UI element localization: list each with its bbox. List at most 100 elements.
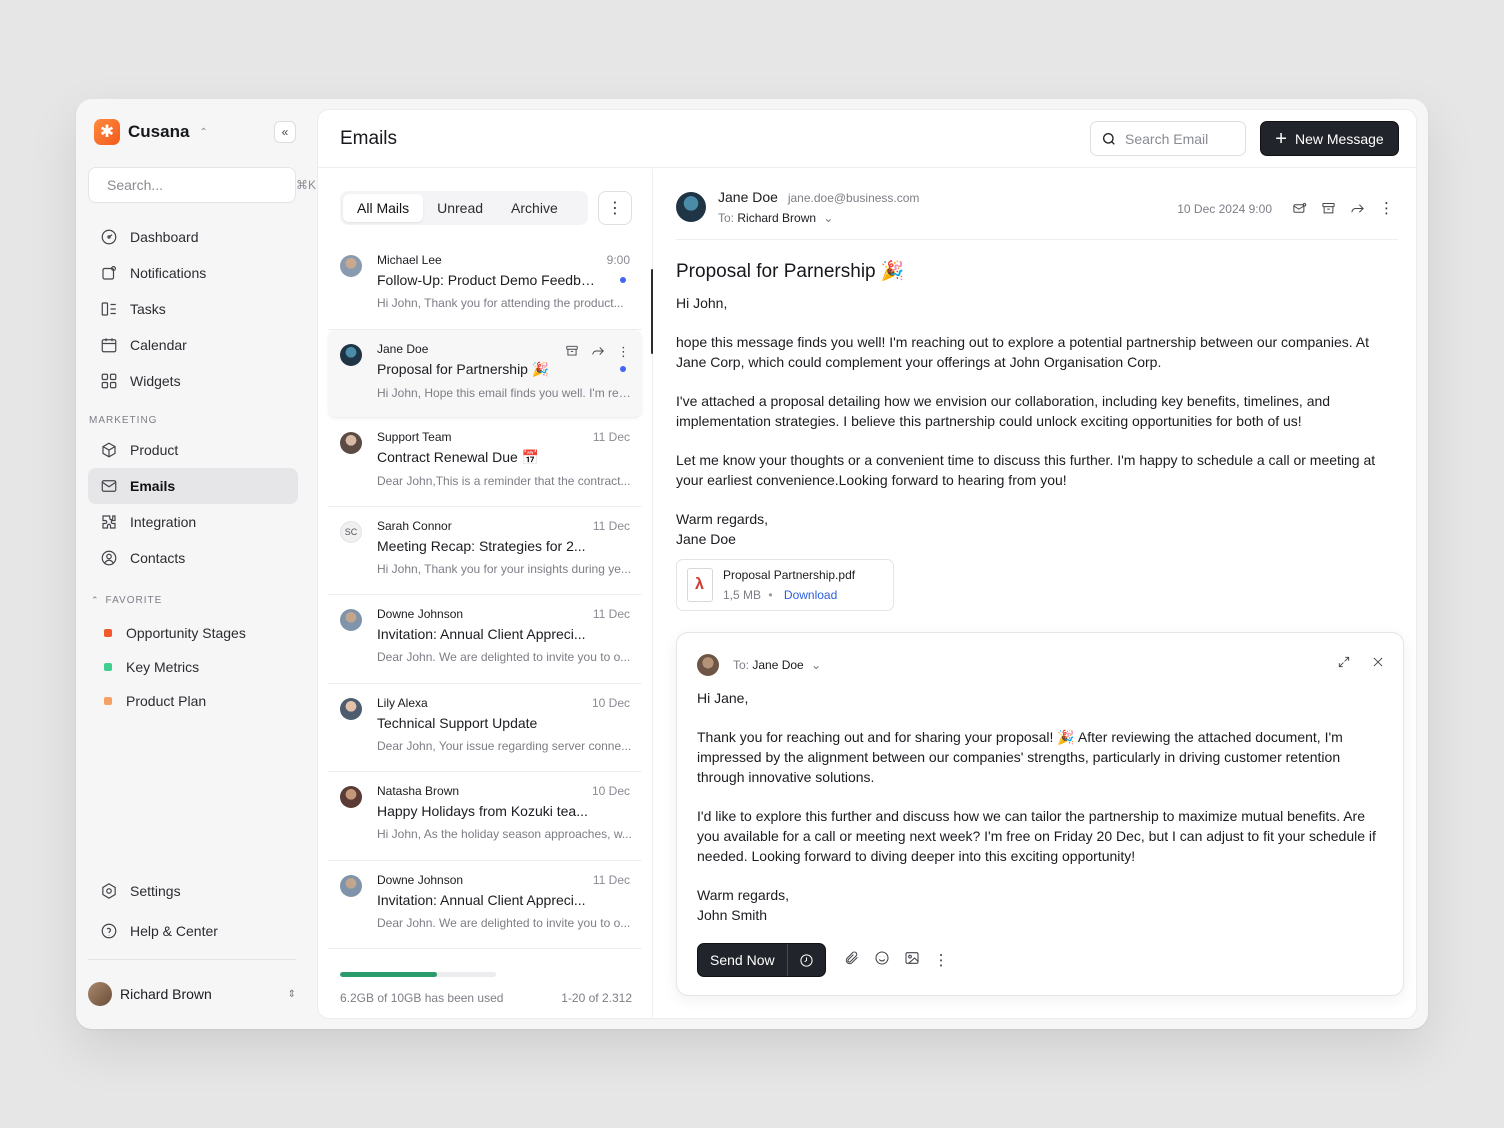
reply-composer: To: Jane Doe ⌄ Hi Jane, Thank you for re… [676,632,1404,996]
avatar [340,874,362,897]
attachment-name: Proposal Partnership.pdf [723,568,856,582]
sidebar-item-widgets[interactable]: Widgets [88,363,298,399]
expand-icon[interactable] [1337,655,1351,669]
user-menu[interactable]: Richard Brown ⇕ [88,977,296,1011]
reply-recipient-dropdown[interactable]: To: Jane Doe ⌄ [733,658,821,672]
sidebar-search[interactable]: ⌘K [88,167,316,203]
sidebar-item-integration[interactable]: Integration [88,504,298,540]
avatar [340,786,362,808]
sidebar-item-label: Emails [130,478,176,494]
forward-icon[interactable] [1350,201,1365,216]
list-item[interactable]: Michael Lee 9:00 Follow-Up: Product Demo… [328,241,642,330]
mail-preview: Dear John. We are delighted to invite yo… [377,650,631,664]
more-vertical-icon[interactable]: ⋮ [617,344,630,360]
mail-tabs: All Mails Unread Archive [340,191,588,225]
sidebar-item-notifications[interactable]: Notifications [88,255,298,291]
favorite-key-metrics[interactable]: Key Metrics [88,650,298,684]
storage-usage: 6.2GB of 10GB has been used 1-20 of 2.31… [340,972,632,1005]
favorite-section-toggle[interactable]: ⌃ FAVORITE [91,591,162,609]
chevron-up-icon: ⌃ [91,594,100,605]
mail-time: 11 Dec [592,607,630,621]
mail-subject: Meeting Recap: Strategies for 2... [377,537,586,554]
chevron-updown-icon: ⌃ [199,126,208,138]
plus-icon: + [1275,127,1287,150]
color-dot [104,697,112,705]
mark-unread-icon[interactable] [1292,201,1307,216]
sidebar-item-product[interactable]: Product [88,432,298,468]
sidebar-item-label: Settings [130,883,181,899]
mail-sender: Natasha Brown [377,784,460,798]
close-icon[interactable] [1371,655,1385,669]
sidebar-item-label: Notifications [130,265,207,281]
send-now-button[interactable]: Send Now [697,943,826,977]
recipient-dropdown[interactable]: To: Richard Brown ⌄ [718,211,833,225]
sidebar-item-tasks[interactable]: Tasks [88,291,298,327]
mail-sender: Downe Johnson [377,872,464,887]
mail-preview: Dear John. We are delighted to invite yo… [377,915,631,930]
insert-image-button[interactable] [904,950,920,971]
download-link[interactable]: Download [784,588,837,602]
mail-sender: Sarah Connor [377,518,452,533]
list-item[interactable]: Downe Johnson 11 Dec Invitation: Annual … [328,861,642,949]
sidebar-item-dashboard[interactable]: Dashboard [88,219,298,255]
avatar [340,609,362,631]
more-vertical-icon: ⋮ [607,200,623,217]
sidebar-item-settings[interactable]: Settings [88,873,298,909]
archive-icon[interactable] [1321,201,1336,216]
list-item[interactable]: Natasha Brown 10 Dec Happy Holidays from… [328,772,642,861]
sender-line: Jane Doe jane.doe@business.com [718,189,919,205]
mail-time: 9:00 [606,253,630,267]
collapse-sidebar-button[interactable]: « [274,121,296,143]
sidebar-item-emails[interactable]: Emails [88,468,298,504]
avatar [340,255,362,277]
reply-toolbar: Send Now ⋮ [697,943,949,977]
page-title: Emails [340,128,398,149]
brand-switcher[interactable]: ✱ Cusana ⌃ [94,119,208,145]
main-panel: Emails + New Message All Mails Unread Ar… [317,109,1417,1019]
list-item[interactable]: Support Team 11 Dec Contract Renewal Due… [328,418,642,507]
list-scrollbar[interactable] [651,269,653,354]
dashboard-icon [101,229,117,245]
list-item[interactable]: Jane Doe ⋮ Proposal for Partnership 🎉 Hi… [328,329,642,418]
avatar [340,432,362,454]
to-label: To: [733,658,750,672]
message-paragraph: Let me know your thoughts or a convenien… [676,452,1376,488]
tab-archive[interactable]: Archive [497,194,572,222]
puzzle-icon [102,515,116,529]
new-message-button[interactable]: + New Message [1260,121,1399,156]
more-vertical-icon[interactable]: ⋮ [1379,199,1394,217]
sidebar-item-calendar[interactable]: Calendar [88,327,298,363]
list-more-button[interactable]: ⋮ [598,191,632,225]
archive-icon[interactable] [565,344,579,358]
reply-body[interactable]: Hi Jane, Thank you for reaching out and … [697,688,1387,925]
app-window: ✱ Cusana ⌃ « ⌘K Dashboard Notifications … [76,99,1428,1029]
forward-icon[interactable] [591,344,605,358]
brand-logo-icon: ✱ [94,119,120,145]
mail-preview: Hi John, Thank you for attending the pro… [377,296,624,310]
list-item[interactable]: SC Sarah Connor 11 Dec Meeting Recap: St… [328,507,642,595]
attachment-card[interactable]: Proposal Partnership.pdf 1,5 MB • Downlo… [676,559,894,611]
attach-button[interactable] [844,950,860,971]
sidebar-search-input[interactable] [107,177,288,193]
reply-window-controls [1337,655,1385,669]
sidebar-item-label: Dashboard [130,229,199,245]
more-vertical-icon[interactable]: ⋮ [934,951,949,969]
favorite-opportunity-stages[interactable]: Opportunity Stages [88,616,298,650]
favorite-product-plan[interactable]: Product Plan [88,684,298,718]
email-search[interactable] [1090,121,1246,156]
emoji-button[interactable] [874,950,890,971]
list-item[interactable]: Lily Alexa 10 Dec Technical Support Upda… [328,684,642,772]
bell-icon [102,266,116,280]
list-item[interactable]: Downe Johnson 11 Dec Invitation: Annual … [328,595,642,684]
search-icon [1103,132,1115,145]
tab-all-mails[interactable]: All Mails [343,194,424,222]
tasks-icon [101,302,116,316]
tab-unread[interactable]: Unread [423,194,497,222]
color-dot [104,629,112,637]
mail-preview: Dear John,This is a reminder that the co… [377,474,631,488]
email-search-input[interactable] [1125,130,1235,147]
schedule-send-button[interactable] [786,944,825,976]
sidebar-item-help[interactable]: Help & Center [88,913,298,949]
avatar [340,343,362,366]
sidebar-item-contacts[interactable]: Contacts [88,540,298,576]
